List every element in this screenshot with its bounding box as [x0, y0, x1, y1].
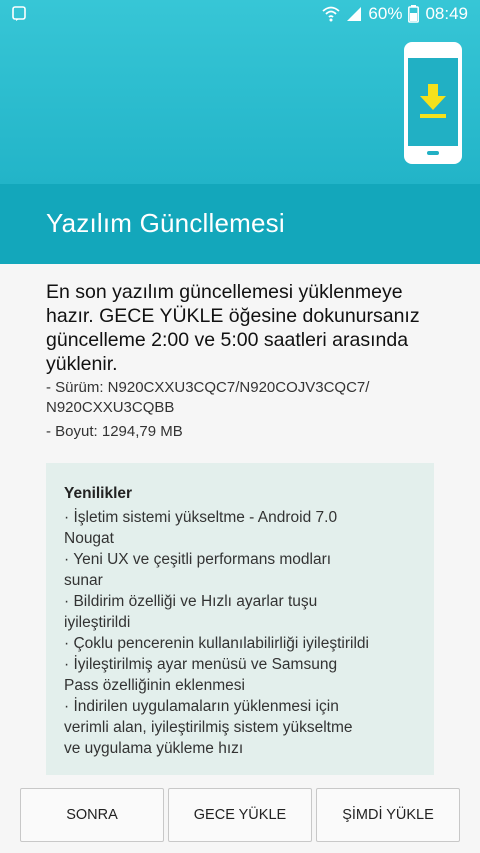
release-note-line: · İyileştirilmiş ayar menüsü ve Samsung [64, 656, 338, 673]
release-note-line: Nougat [64, 530, 114, 547]
release-note-line: iyileştirildi [64, 614, 131, 631]
status-right: 60% 08:49 [322, 4, 468, 24]
status-bar: 60% 08:49 [0, 0, 480, 30]
release-note-line: · İşletim sistemi yükseltme - Android 7.… [64, 509, 338, 526]
notification-icon [12, 6, 26, 21]
size-info: - Boyut: 1294,79 MB [46, 423, 183, 440]
intro-line: güncelleme 2:00 ve 5:00 saatleri arasınd… [46, 329, 409, 351]
release-note-line: · Yeni UX ve çeşitli performans modları [64, 551, 332, 568]
version-line: N920CXXU3CQBB [46, 399, 175, 416]
clock: 08:49 [425, 4, 468, 23]
battery-icon [408, 5, 420, 23]
header: 60% 08:49 Yazılım Güncllemesi [0, 0, 480, 264]
intro-line: hazır. GECE YÜKLE öğesine dokunursanız [46, 305, 420, 327]
page-title: Yazılım Güncllemesi [46, 208, 285, 238]
version-line: - Sürüm: N920CXXU3CQC7/N920COJV3CQC7/ [46, 379, 370, 396]
release-note-line: ve uygulama yükleme hızı [64, 740, 244, 757]
install-now-button[interactable]: ŞİMDİ YÜKLE [316, 788, 460, 842]
release-note-line: verimli alan, iyileştirilmiş sistem yüks… [64, 719, 353, 736]
release-note-line: · Bildirim özelliği ve Hızlı ayarlar tuş… [64, 593, 318, 610]
release-note-line: Pass özelliğinin eklenmesi [64, 677, 245, 694]
intro-line: En son yazılım güncellemesi yüklenmeye [46, 281, 403, 303]
release-note-line: sunar [64, 572, 103, 589]
release-note-line: · İndirilen uygulamaların yüklenmesi içi… [64, 698, 339, 715]
wifi-icon [322, 6, 341, 22]
phone-screen [408, 58, 458, 146]
intro-line: yüklenir. [46, 353, 118, 375]
download-icon [420, 84, 446, 118]
version-info: - Sürüm: N920CXXU3CQC7/N920COJV3CQC7/ N9… [46, 378, 446, 418]
update-meta: - Sürüm: N920CXXU3CQC7/N920COJV3CQC7/ N9… [46, 378, 446, 446]
action-buttons: SONRA GECE YÜKLE ŞİMDİ YÜKLE [20, 788, 460, 842]
phone-home-button [427, 151, 439, 155]
update-description: En son yazılım güncellemesi yüklenmeye h… [46, 280, 446, 376]
battery-percent: 60% [368, 4, 403, 23]
signal-icon [347, 7, 362, 21]
later-button[interactable]: SONRA [20, 788, 164, 842]
install-night-button[interactable]: GECE YÜKLE [168, 788, 312, 842]
release-note-line: · Çoklu pencerenin kullanılabilirliği iy… [64, 635, 369, 652]
release-notes: Yenilikler · İşletim sistemi yükseltme -… [46, 463, 434, 775]
release-notes-title: Yenilikler [64, 485, 133, 502]
phone-download-icon [404, 42, 462, 164]
